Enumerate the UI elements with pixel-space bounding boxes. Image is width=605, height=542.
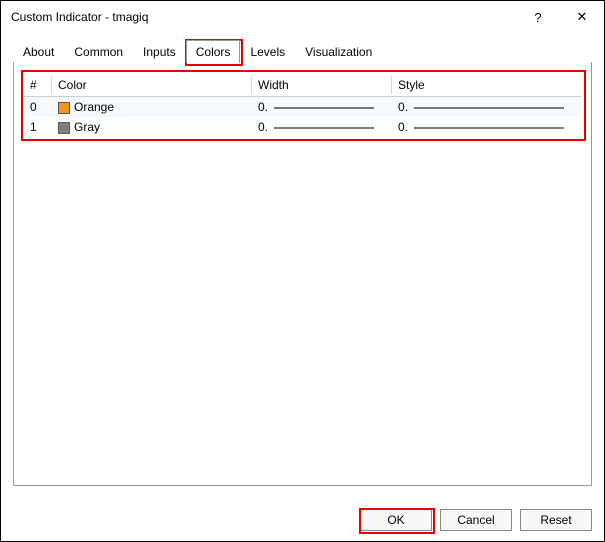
title-bar: Custom Indicator - tmagiq ? ✕ [1, 1, 604, 33]
color-name: Orange [74, 100, 114, 114]
ok-button[interactable]: OK [360, 509, 432, 531]
color-swatch-icon [58, 102, 70, 114]
grid-header-index[interactable]: # [24, 74, 52, 97]
close-button[interactable]: ✕ [560, 2, 604, 32]
tab-levels[interactable]: Levels [240, 40, 295, 63]
tab-about[interactable]: About [13, 40, 64, 63]
cancel-button[interactable]: Cancel [440, 509, 512, 531]
table-row[interactable]: 0 Orange 0. 0. [24, 97, 581, 118]
width-cell[interactable]: 0. [252, 97, 392, 118]
tab-visualization[interactable]: Visualization [295, 40, 382, 63]
tab-strip: About Common Inputs Colors Levels Visual… [13, 39, 592, 62]
grid-header-row: # Color Width Style [24, 74, 581, 97]
tab-panel-colors: # Color Width Style 0 Orange 0. 0. 1 Gray 0. 0. [13, 62, 592, 486]
color-name: Gray [74, 120, 100, 134]
table-row[interactable]: 1 Gray 0. 0. [24, 117, 581, 137]
width-value: 0. [258, 100, 270, 114]
grid-header-color[interactable]: Color [52, 74, 252, 97]
tab-inputs[interactable]: Inputs [133, 40, 186, 63]
tab-colors[interactable]: Colors [186, 40, 241, 63]
dialog-buttons: OK Cancel Reset [360, 509, 592, 531]
color-cell[interactable]: Orange [52, 97, 252, 118]
width-cell[interactable]: 0. [252, 117, 392, 137]
row-index: 1 [24, 117, 52, 137]
color-grid[interactable]: # Color Width Style 0 Orange 0. 0. 1 Gray 0. 0. [24, 74, 581, 137]
style-value: 0. [398, 120, 410, 134]
style-cell[interactable]: 0. [392, 97, 581, 118]
window-title: Custom Indicator - tmagiq [11, 10, 516, 24]
style-value: 0. [398, 100, 410, 114]
color-swatch-icon [58, 122, 70, 134]
width-value: 0. [258, 120, 270, 134]
help-button[interactable]: ? [516, 2, 560, 32]
style-cell[interactable]: 0. [392, 117, 581, 137]
tab-common[interactable]: Common [64, 40, 133, 63]
grid-header-width[interactable]: Width [252, 74, 392, 97]
color-cell[interactable]: Gray [52, 117, 252, 137]
row-index: 0 [24, 97, 52, 118]
reset-button[interactable]: Reset [520, 509, 592, 531]
grid-header-style[interactable]: Style [392, 74, 581, 97]
